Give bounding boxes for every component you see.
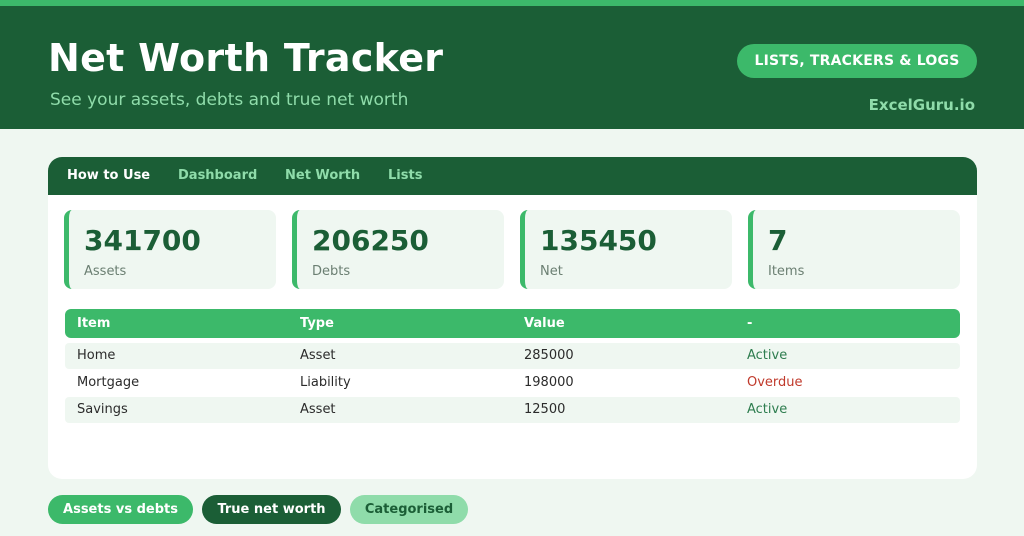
page-title: Net Worth Tracker: [48, 36, 444, 80]
table-row[interactable]: Mortgage Liability 198000 Overdue: [65, 370, 960, 396]
column-header-item: Item: [77, 316, 111, 331]
stat-label: Assets: [84, 264, 127, 279]
main-card: How to Use Dashboard Net Worth Lists 341…: [48, 157, 977, 479]
lists-trackers-logs-button[interactable]: LISTS, TRACKERS & LOGS: [737, 44, 977, 78]
stat-card-debts: 206250 Debts: [292, 210, 504, 289]
stat-label: Net: [540, 264, 563, 279]
tab-dashboard[interactable]: Dashboard: [178, 157, 257, 195]
cell-item: Savings: [77, 402, 128, 417]
cell-status: Active: [747, 348, 788, 363]
table-row[interactable]: Home Asset 285000 Active: [65, 343, 960, 369]
column-header-type: Type: [300, 316, 334, 331]
chip-true-net-worth[interactable]: True net worth: [202, 495, 341, 524]
cell-type: Asset: [300, 348, 336, 363]
cell-status: Overdue: [747, 375, 803, 390]
table-header: Item Type Value -: [65, 309, 960, 338]
stat-label: Items: [768, 264, 805, 279]
stat-value: 206250: [312, 224, 429, 257]
tab-how-to-use[interactable]: How to Use: [67, 157, 150, 195]
stat-card-net: 135450 Net: [520, 210, 732, 289]
tab-bar: How to Use Dashboard Net Worth Lists: [48, 157, 977, 195]
brand-link[interactable]: ExcelGuru.io: [869, 96, 975, 114]
cell-type: Asset: [300, 402, 336, 417]
cell-item: Home: [77, 348, 116, 363]
cell-item: Mortgage: [77, 375, 140, 390]
tab-net-worth[interactable]: Net Worth: [285, 157, 360, 195]
cell-value: 198000: [524, 375, 574, 390]
chip-categorised[interactable]: Categorised: [350, 495, 468, 524]
chip-assets-vs-debts[interactable]: Assets vs debts: [48, 495, 193, 524]
stat-value: 135450: [540, 224, 657, 257]
cell-value: 285000: [524, 348, 574, 363]
page-subtitle: See your assets, debts and true net wort…: [50, 90, 409, 110]
cell-status: Active: [747, 402, 788, 417]
stat-card-assets: 341700 Assets: [64, 210, 276, 289]
tab-lists[interactable]: Lists: [388, 157, 422, 195]
stat-value: 7: [768, 224, 788, 257]
column-header-value: Value: [524, 316, 565, 331]
table-row[interactable]: Savings Asset 12500 Active: [65, 397, 960, 423]
stat-card-items: 7 Items: [748, 210, 960, 289]
stat-value: 341700: [84, 224, 201, 257]
stat-label: Debts: [312, 264, 351, 279]
page-header: Net Worth Tracker See your assets, debts…: [0, 6, 1024, 129]
cell-value: 12500: [524, 402, 566, 417]
cell-type: Liability: [300, 375, 351, 390]
column-header-status: -: [747, 316, 753, 331]
